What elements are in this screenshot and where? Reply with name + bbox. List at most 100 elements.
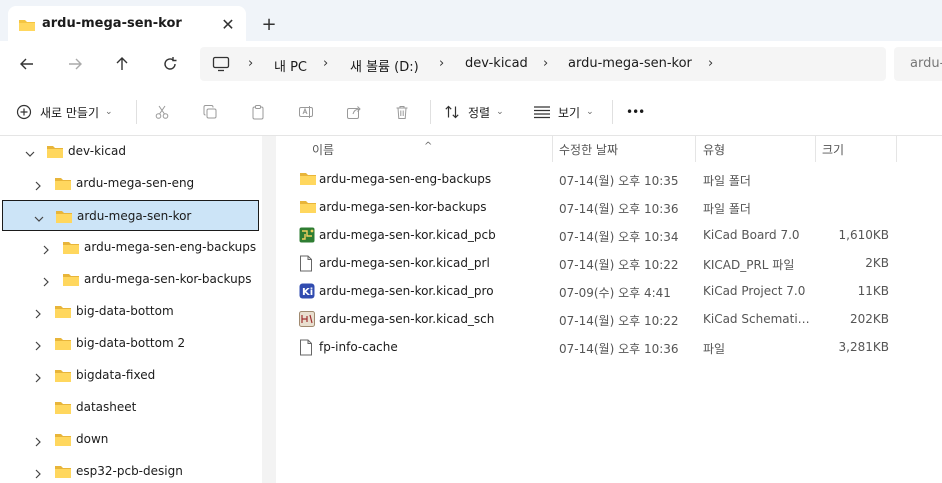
file-type: 파일 폴더: [703, 202, 751, 216]
toolbar-divider: [612, 100, 613, 124]
tree-item[interactable]: ardu-mega-sen-kor: [2, 200, 259, 231]
sort-label: 정렬: [468, 105, 491, 120]
file-row[interactable]: Ki ardu-mega-sen-kor.kicad_pro 07-09(수) 오후…: [297, 278, 927, 306]
more-options-icon[interactable]: •••: [626, 100, 645, 124]
chevron-right-icon[interactable]: [32, 433, 44, 447]
breadcrumb-ardu-mega-sen-kor[interactable]: ardu-mega-sen-kor: [568, 56, 692, 71]
column-name-label: 이름: [312, 143, 335, 157]
column-size-label: 크기: [822, 143, 845, 157]
tree-item[interactable]: big-data-bottom 2: [2, 328, 259, 359]
tree-item[interactable]: big-data-bottom: [2, 296, 259, 327]
file-type: KiCad Project 7.0: [703, 284, 806, 298]
tree-item-label: ardu-mega-sen-kor: [77, 209, 192, 223]
folder-icon: [55, 209, 73, 228]
file-type: 파일 폴더: [703, 174, 751, 188]
file-row[interactable]: ardu-mega-sen-kor.kicad_prl 07-14(월) 오후 1…: [297, 250, 927, 278]
folder-icon: [46, 144, 64, 163]
sort-button[interactable]: 정렬 ⌄: [444, 100, 504, 124]
file-list: 이름 ^ 수정한 날짜 유형 크기 ardu-mega-sen-eng-back…: [277, 136, 942, 483]
chevron-right-icon[interactable]: [40, 241, 52, 255]
copy-icon[interactable]: [198, 100, 222, 124]
folder-icon: [54, 176, 72, 195]
refresh-button[interactable]: [155, 51, 185, 77]
column-header-name[interactable]: 이름 ^: [277, 136, 552, 162]
back-button[interactable]: [12, 51, 42, 77]
new-button[interactable]: 새로 만들기 ⌄: [16, 100, 113, 124]
file-name: ardu-mega-sen-kor-backups: [319, 200, 487, 214]
kicad-pcb-icon: [299, 227, 315, 247]
column-header-size[interactable]: 크기: [816, 136, 896, 162]
tree-item-label: ardu-mega-sen-kor-backups: [84, 272, 252, 286]
tree-item[interactable]: esp32-pcb-design: [2, 456, 259, 483]
folder-icon: [54, 304, 72, 323]
view-button[interactable]: 보기 ⌄: [533, 100, 594, 124]
breadcrumb-separator: ›: [323, 56, 329, 71]
tree-item[interactable]: dev-kicad: [2, 136, 259, 167]
file-row[interactable]: ardu-mega-sen-kor-backups 07-14(월) 오후 10:…: [297, 194, 927, 222]
file-type: 파일: [703, 342, 726, 356]
chevron-right-icon[interactable]: [32, 369, 44, 383]
chevron-right-icon[interactable]: [32, 305, 44, 319]
breadcrumb-volume-d[interactable]: 새 볼륨 (D:): [350, 56, 419, 75]
chevron-right-icon[interactable]: [32, 465, 44, 479]
cut-icon[interactable]: [150, 100, 174, 124]
up-button[interactable]: [107, 51, 137, 77]
forward-button[interactable]: [60, 51, 90, 77]
file-date: 07-09(수) 오후 4:41: [559, 286, 671, 300]
delete-icon[interactable]: [390, 100, 414, 124]
search-input[interactable]: ardu-m: [894, 47, 942, 81]
file-date: 07-14(월) 오후 10:22: [559, 314, 679, 328]
column-header-type[interactable]: 유형: [696, 136, 815, 162]
chevron-down-icon[interactable]: [33, 210, 45, 222]
address-bar[interactable]: › 내 PC › 새 볼륨 (D:) › dev-kicad › ardu-me…: [200, 47, 886, 81]
view-list-icon: [534, 106, 550, 119]
tree-item[interactable]: ardu-mega-sen-eng: [2, 168, 259, 199]
breadcrumb-this-pc[interactable]: 내 PC: [274, 56, 307, 75]
navigation-pane-scrollbar[interactable]: [262, 136, 276, 483]
close-tab-icon[interactable]: ✕: [216, 12, 240, 36]
file-icon: [299, 339, 313, 360]
file-date: 07-14(월) 오후 10:34: [559, 230, 679, 244]
folder-icon: [299, 171, 317, 190]
breadcrumb-separator: ›: [248, 56, 254, 71]
file-type: KiCad Board 7.0: [703, 228, 800, 242]
paste-icon[interactable]: [246, 100, 270, 124]
file-name: ardu-mega-sen-kor.kicad_pro: [319, 284, 494, 298]
new-tab-button[interactable]: +: [257, 12, 281, 36]
chevron-right-icon[interactable]: [40, 273, 52, 287]
tab-title: ardu-mega-sen-kor: [42, 16, 182, 31]
column-divider[interactable]: [896, 136, 897, 162]
tree-item[interactable]: bigdata-fixed: [2, 360, 259, 391]
tab-ardu-mega-sen-kor[interactable]: ardu-mega-sen-kor ✕: [8, 6, 246, 41]
file-row[interactable]: ardu-mega-sen-kor.kicad_sch 07-14(월) 오후 1…: [297, 306, 927, 334]
tree-item[interactable]: ardu-mega-sen-kor-backups: [2, 264, 259, 295]
chevron-down-icon: ⌄: [496, 107, 504, 117]
rename-icon[interactable]: [294, 100, 318, 124]
file-row[interactable]: ardu-mega-sen-eng-backups 07-14(월) 오후 10:…: [297, 166, 927, 194]
folder-icon: [299, 199, 317, 218]
tree-item-label: ardu-mega-sen-eng-backups: [84, 240, 257, 254]
breadcrumb-dev-kicad[interactable]: dev-kicad: [465, 56, 528, 71]
breadcrumb-separator[interactable]: ›: [708, 56, 713, 71]
kicad-sch-icon: [299, 311, 315, 331]
back-arrow-icon: [20, 58, 33, 70]
file-name: ardu-mega-sen-kor.kicad_prl: [319, 256, 490, 270]
tree-item[interactable]: down: [2, 424, 259, 455]
file-row[interactable]: ardu-mega-sen-kor.kicad_pcb 07-14(월) 오후 1…: [297, 222, 927, 250]
chevron-down-icon: ⌄: [586, 107, 594, 117]
column-header-date[interactable]: 수정한 날짜: [553, 136, 695, 162]
tree-item[interactable]: datasheet: [2, 392, 259, 423]
chevron-down-icon[interactable]: [24, 145, 36, 157]
file-size: 202KB: [849, 312, 889, 326]
plus-circle-icon: [16, 104, 32, 120]
tree-item-label: ardu-mega-sen-eng: [76, 176, 195, 190]
share-icon[interactable]: [342, 100, 366, 124]
file-row[interactable]: fp-info-cache 07-14(월) 오후 10:36 파일 3,281KB: [297, 334, 927, 362]
file-icon: [299, 255, 313, 276]
chevron-right-icon[interactable]: [32, 337, 44, 351]
tree-item-label: big-data-bottom 2: [76, 336, 186, 350]
file-date: 07-14(월) 오후 10:36: [559, 202, 679, 216]
chevron-right-icon[interactable]: [32, 177, 44, 191]
tree-item[interactable]: ardu-mega-sen-eng-backups: [2, 232, 259, 263]
folder-icon: [54, 336, 72, 355]
